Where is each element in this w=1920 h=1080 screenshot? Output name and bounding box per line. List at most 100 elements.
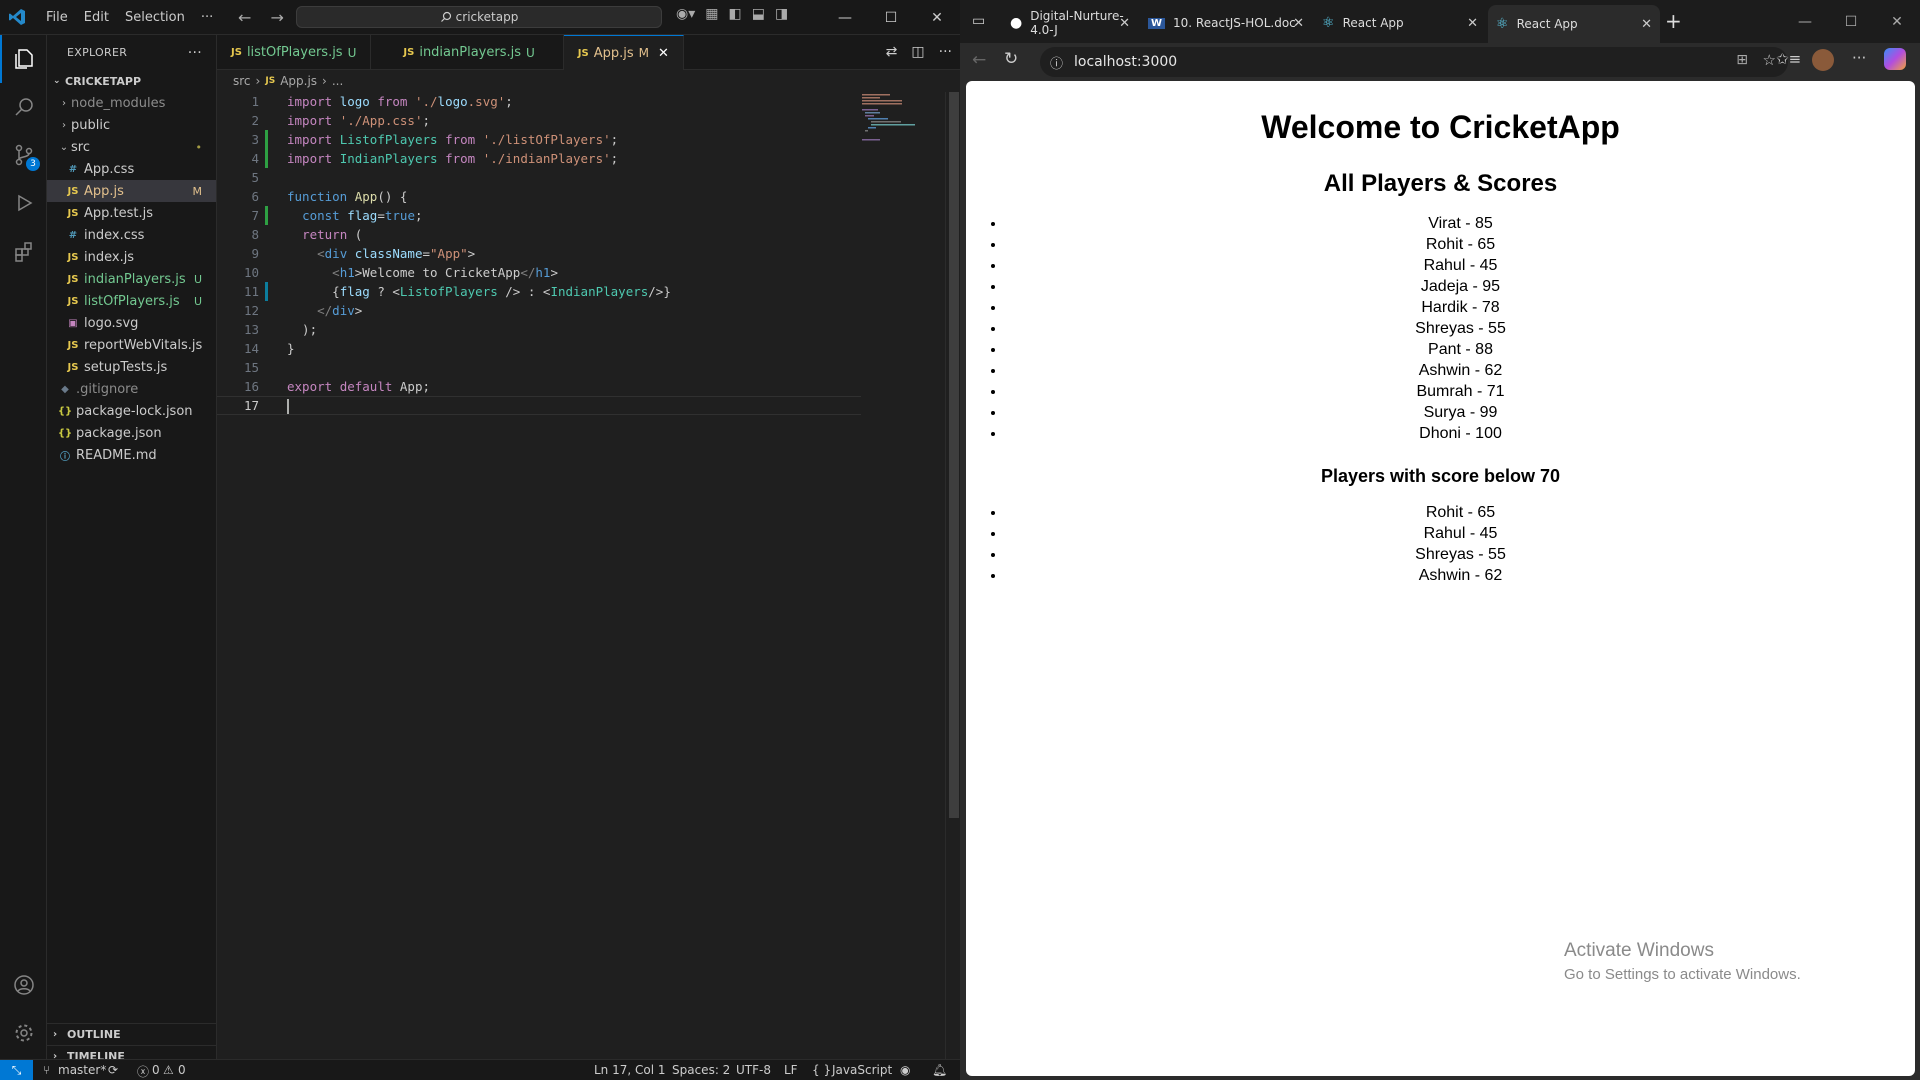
toggle-secondary-sidebar-icon[interactable]: ◨ (775, 6, 788, 22)
minimize-icon[interactable]: — (822, 0, 868, 35)
extensions-icon[interactable] (0, 227, 47, 275)
url-field[interactable]: ⓘ localhost:3000 ⊞ ☆ (1040, 47, 1788, 77)
breadcrumb-item[interactable]: src (233, 74, 251, 88)
back-arrow-icon[interactable]: ← (238, 8, 251, 27)
toggle-sidebar-icon[interactable]: ◧ (728, 6, 741, 22)
scrollbar-thumb[interactable] (949, 92, 959, 818)
tree-item[interactable]: JS indianPlayers.js U (47, 268, 216, 290)
breadcrumb-item[interactable]: App.js (280, 74, 317, 88)
code-line[interactable]: 12 </div> (217, 301, 857, 320)
close-window-icon[interactable]: ✕ (914, 0, 960, 35)
tab-indianplayers[interactable]: JS indianPlayers.js U (371, 35, 564, 70)
forward-arrow-icon[interactable]: → (271, 8, 284, 27)
browser-tab-github[interactable]: ● Digital-Nurture-4.0-J ✕ (1002, 8, 1138, 38)
tree-item[interactable]: {} package-lock.json (47, 400, 216, 422)
gutter-change-marker[interactable] (265, 282, 268, 301)
code-line[interactable]: 10 <h1>Welcome to CricketApp</h1> (217, 263, 857, 282)
code-line[interactable]: 17 (217, 396, 861, 415)
editor-more-icon[interactable]: ··· (939, 44, 952, 60)
browser-tab-react-1[interactable]: ⚛ React App ✕ (1314, 8, 1486, 38)
tree-item[interactable]: JS setupTests.js (47, 356, 216, 378)
toggle-panel-icon[interactable]: ⬓ (752, 6, 765, 22)
code-line[interactable]: 13 ); (217, 320, 857, 339)
app-available-icon[interactable]: ⊞ (1736, 52, 1748, 68)
close-tab-icon[interactable]: ✕ (658, 46, 669, 61)
tree-item[interactable]: # index.css (47, 224, 216, 246)
account-icon[interactable] (0, 961, 47, 1009)
code-line[interactable]: 4 import IndianPlayers from './indianPlay… (217, 149, 857, 168)
editor-scrollbar[interactable] (945, 92, 960, 1072)
close-window-icon[interactable]: ✕ (1874, 0, 1920, 43)
warning-count[interactable]: 0 (178, 1063, 186, 1077)
split-editor-icon[interactable]: ◫ (911, 44, 924, 60)
tree-item[interactable]: {} package.json (47, 422, 216, 444)
tree-item[interactable]: # App.css (47, 158, 216, 180)
tree-item[interactable]: ⓘ README.md (47, 444, 216, 466)
browser-tab-react-2[interactable]: ⚛ React App ✕ (1488, 5, 1660, 43)
line-ending[interactable]: LF (784, 1063, 798, 1077)
language-mode[interactable]: JavaScript (832, 1063, 892, 1077)
remote-icon[interactable]: ⤡ (0, 1060, 33, 1080)
tree-item[interactable]: › public (47, 114, 216, 136)
code-line[interactable]: 15 (217, 358, 857, 377)
close-tab-icon[interactable]: ✕ (1641, 17, 1652, 32)
code-line[interactable]: 3 import ListofPlayers from './listOfPlay… (217, 130, 857, 149)
error-icon[interactable]: ⓧ (137, 1063, 149, 1080)
bell-icon[interactable]: 🔔︎ (932, 1063, 947, 1077)
code-line[interactable]: 16 export default App; (217, 377, 857, 396)
code-line[interactable]: 8 return ( (217, 225, 857, 244)
favorite-star-icon[interactable]: ☆ (1763, 51, 1776, 69)
maximize-icon[interactable]: ☐ (868, 0, 914, 35)
layout-customize-icon[interactable]: ▦ (705, 6, 718, 22)
tab-app-js[interactable]: JS App.js M ✕ (563, 35, 684, 70)
breadcrumb-item[interactable]: ... (332, 74, 343, 88)
minimap[interactable] (862, 92, 952, 152)
tree-item[interactable]: JS index.js (47, 246, 216, 268)
menu-selection[interactable]: Selection (117, 10, 193, 25)
branch-name[interactable]: master* (58, 1063, 106, 1077)
settings-more-icon[interactable]: ··· (1852, 49, 1866, 67)
more-actions-icon[interactable]: ··· (188, 45, 202, 61)
copilot-icon[interactable] (1884, 48, 1906, 70)
menu-more[interactable]: ··· (193, 10, 221, 25)
error-count[interactable]: 0 (152, 1063, 160, 1077)
tree-item[interactable]: JS App.js M (47, 180, 216, 202)
settings-gear-icon[interactable] (0, 1009, 47, 1057)
encoding[interactable]: UTF-8 (736, 1063, 771, 1077)
code-line[interactable]: 1 import logo from './logo.svg'; (217, 92, 857, 111)
gutter-change-marker[interactable] (265, 206, 268, 225)
menu-file[interactable]: File (38, 10, 76, 25)
explorer-icon[interactable] (0, 35, 47, 83)
tree-item[interactable]: JS reportWebVitals.js (47, 334, 216, 356)
tree-item[interactable]: ▣ logo.svg (47, 312, 216, 334)
maximize-icon[interactable]: ☐ (1828, 0, 1874, 43)
menu-edit[interactable]: Edit (76, 10, 117, 25)
tree-item[interactable]: ⌄ src • (47, 136, 216, 158)
gutter-change-marker[interactable] (265, 130, 268, 149)
profile-avatar[interactable] (1812, 49, 1834, 71)
tree-item[interactable]: JS listOfPlayers.js U (47, 290, 216, 312)
code-line[interactable]: 11 {flag ? <ListofPlayers /> : <IndianPl… (217, 282, 857, 301)
back-arrow-icon[interactable]: ← (972, 50, 986, 70)
indentation[interactable]: Spaces: 2 (672, 1063, 730, 1077)
code-editor[interactable]: 1 import logo from './logo.svg'; 2 import '… (217, 92, 861, 415)
tab-listofplayers[interactable]: JS listOfPlayers.js U (217, 35, 372, 70)
tree-item[interactable]: JS App.test.js (47, 202, 216, 224)
outline-section[interactable]: › OUTLINE (47, 1023, 217, 1045)
source-control-icon[interactable]: 3 (0, 131, 47, 179)
code-line[interactable]: 14} (217, 339, 857, 358)
tab-actions-icon[interactable]: ▭ (972, 13, 985, 29)
search-icon[interactable] (0, 83, 47, 131)
refresh-icon[interactable]: ↻ (1004, 49, 1018, 69)
code-line[interactable]: 6 function App() { (217, 187, 857, 206)
copilot-icon[interactable]: ◉▾ (676, 6, 695, 22)
close-tab-icon[interactable]: ✕ (1293, 16, 1304, 31)
close-tab-icon[interactable]: ✕ (1119, 16, 1130, 31)
project-root[interactable]: ⌄ CRICKETAPP (47, 70, 216, 92)
site-info-icon[interactable]: ⓘ (1050, 53, 1063, 72)
code-line[interactable]: 7 const flag=true; (217, 206, 857, 225)
favorites-icon[interactable]: ✩≡ (1776, 50, 1801, 68)
warning-icon[interactable]: ⚠ (163, 1063, 174, 1077)
tree-item[interactable]: ◆ .gitignore (47, 378, 216, 400)
close-tab-icon[interactable]: ✕ (1467, 16, 1478, 31)
